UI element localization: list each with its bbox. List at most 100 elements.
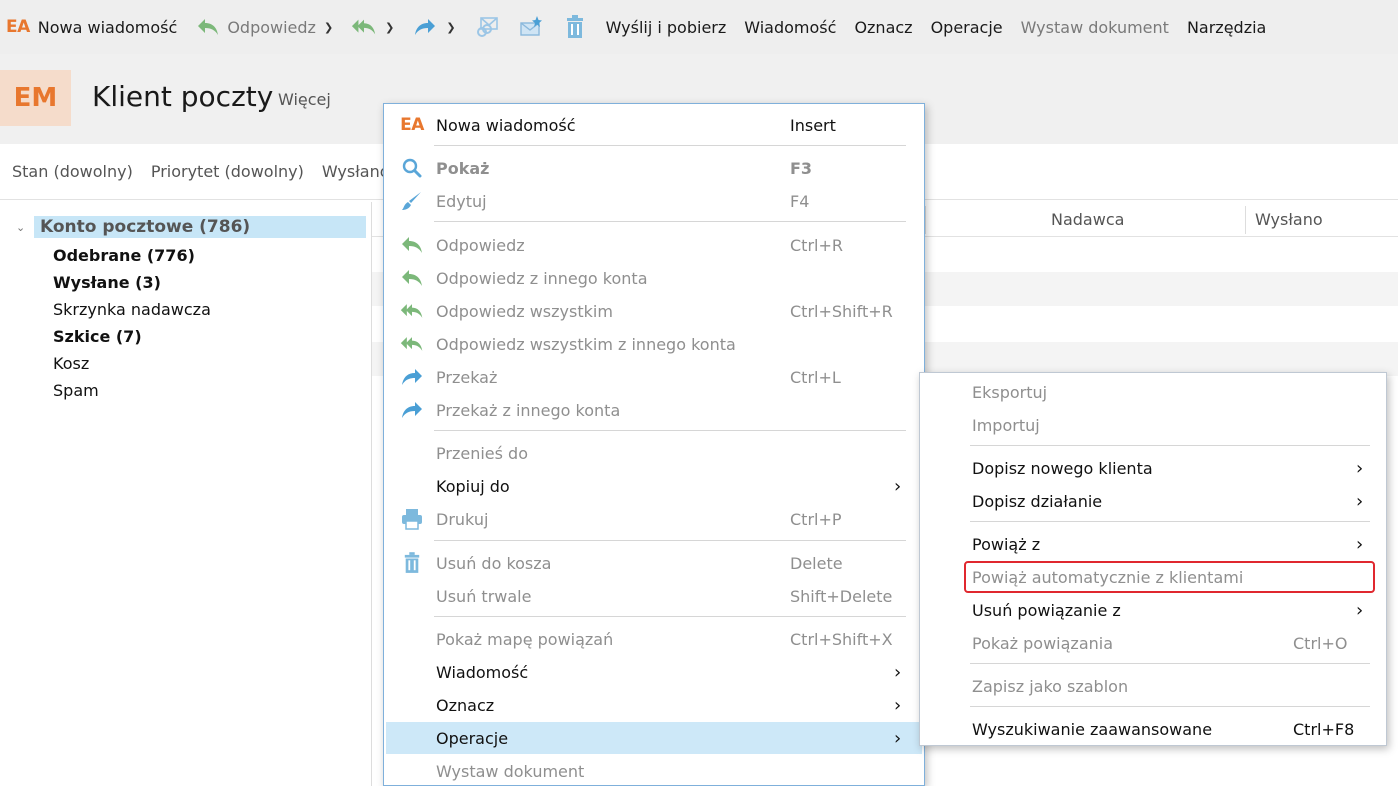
menu-item-label: Dopisz działanie	[972, 491, 1103, 511]
menu-item-label: Pokaż mapę powiązań	[436, 629, 614, 649]
menu-item-label: Zapisz jako szablon	[972, 676, 1129, 696]
tools-menu-button[interactable]: Narzędzia	[1187, 7, 1266, 47]
menu-separator	[970, 521, 1370, 522]
column-divider[interactable]	[1245, 206, 1246, 234]
menu-separator	[434, 430, 906, 431]
send-receive-button[interactable]: Wyślij i pobierz	[606, 7, 727, 47]
menu-item-label: Eksportuj	[972, 382, 1048, 402]
printer-icon	[400, 507, 424, 531]
menu-item-forward-other-account[interactable]: Przekaż z innego konta	[386, 394, 922, 426]
menu-item-label: Kopiuj do	[436, 476, 510, 496]
menu-item-delete-permanently[interactable]: Usuń trwale Shift+Delete	[386, 580, 922, 612]
menu-separator	[970, 445, 1370, 446]
reply-all-button[interactable]: ❯	[351, 7, 394, 47]
submenu-item-show-links[interactable]: Pokaż powiązania Ctrl+O	[922, 627, 1384, 659]
menu-item-message[interactable]: Wiadomość ›	[386, 656, 922, 688]
menu-item-shortcut: Ctrl+O	[1293, 633, 1348, 653]
chevron-right-icon: ›	[894, 661, 902, 683]
chevron-right-icon: ›	[894, 727, 902, 749]
folder-spam[interactable]: Spam	[53, 381, 99, 400]
menu-item-issue-document[interactable]: Wystaw dokument	[386, 755, 922, 786]
chevron-down-icon[interactable]: ❯	[446, 21, 455, 34]
reply-icon	[400, 266, 424, 290]
menu-item-shortcut: Shift+Delete	[790, 586, 893, 606]
forward-button[interactable]: ❯	[412, 7, 456, 47]
menu-item-reply-other-account[interactable]: Odpowiedz z innego konta	[386, 262, 922, 294]
chevron-down-icon[interactable]: ⌄	[16, 221, 34, 234]
column-divider[interactable]	[925, 206, 926, 234]
menu-separator	[434, 145, 906, 146]
link-button[interactable]	[474, 7, 500, 47]
tree-root-label: Konto pocztowe (786)	[34, 216, 366, 238]
delete-button[interactable]	[562, 7, 588, 47]
folder-trash[interactable]: Kosz	[53, 354, 89, 373]
tree-root-account[interactable]: ⌄ Konto pocztowe (786)	[16, 214, 366, 240]
chevron-right-icon: ›	[1356, 599, 1364, 621]
filter-priority[interactable]: Priorytet (dowolny)	[151, 162, 304, 181]
submenu-item-advanced-search[interactable]: Wyszukiwanie zaawansowane Ctrl+F8	[922, 713, 1384, 745]
menu-item-delete-to-trash[interactable]: Usuń do kosza Delete	[386, 547, 922, 579]
column-header-sender[interactable]: Nadawca	[1051, 210, 1124, 229]
menu-item-print[interactable]: Drukuj Ctrl+P	[386, 503, 922, 535]
ea-logo-icon: EA	[400, 115, 424, 135]
menu-item-shortcut: Ctrl+Shift+R	[790, 301, 893, 321]
main-toolbar: EA Nowa wiadomość Odpowiedz ❯ ❯ ❯ Wyślij…	[0, 0, 1398, 54]
new-message-button[interactable]: EA Nowa wiadomość	[6, 7, 177, 47]
chevron-right-icon: ›	[1356, 490, 1364, 512]
chevron-down-icon[interactable]: ❯	[324, 21, 333, 34]
more-link[interactable]: Więcej	[278, 90, 331, 109]
submenu-item-add-client[interactable]: Dopisz nowego klienta ›	[922, 452, 1384, 484]
menu-item-mark[interactable]: Oznacz ›	[386, 689, 922, 721]
app-logo: EM	[0, 70, 71, 126]
menu-item-shortcut: Ctrl+P	[790, 509, 842, 529]
menu-item-shortcut: Ctrl+L	[790, 367, 841, 387]
menu-item-reply-all[interactable]: Odpowiedz wszystkim Ctrl+Shift+R	[386, 295, 922, 327]
mail-star-icon	[518, 14, 544, 40]
ea-logo-icon: EA	[6, 17, 30, 37]
menu-item-label: Odpowiedz wszystkim	[436, 301, 613, 321]
mark-menu-button[interactable]: Oznacz	[854, 7, 912, 47]
menu-item-forward[interactable]: Przekaż Ctrl+L	[386, 361, 922, 393]
menu-item-label: Drukuj	[436, 509, 489, 529]
reply-button[interactable]: Odpowiedz ❯	[195, 7, 333, 47]
folder-sent[interactable]: Wysłane (3)	[53, 273, 161, 292]
menu-item-label: Usuń trwale	[436, 586, 532, 606]
filter-sent[interactable]: Wysłano	[322, 162, 390, 181]
menu-item-move-to[interactable]: Przenieś do	[386, 437, 922, 469]
forward-icon	[400, 398, 424, 422]
menu-item-reply[interactable]: Odpowiedz Ctrl+R	[386, 229, 922, 261]
page-title: Klient poczty	[92, 80, 274, 113]
chevron-right-icon: ›	[1356, 533, 1364, 555]
submenu-item-link-with[interactable]: Powiąż z ›	[922, 528, 1384, 560]
reply-icon	[195, 14, 221, 40]
issue-document-button[interactable]: Wystaw dokument	[1021, 7, 1169, 47]
chevron-down-icon[interactable]: ❯	[385, 21, 394, 34]
folder-outbox[interactable]: Skrzynka nadawcza	[53, 300, 211, 319]
highlight-annotation	[964, 561, 1375, 593]
menu-item-new-message[interactable]: EA Nowa wiadomość Insert	[386, 109, 922, 141]
operations-menu-button[interactable]: Operacje	[931, 7, 1003, 47]
new-mail-button[interactable]	[518, 7, 544, 47]
message-menu-button[interactable]: Wiadomość	[744, 7, 836, 47]
forward-icon	[412, 14, 438, 40]
menu-item-relation-map[interactable]: Pokaż mapę powiązań Ctrl+Shift+X	[386, 623, 922, 655]
folder-inbox[interactable]: Odebrane (776)	[53, 246, 195, 265]
menu-item-copy-to[interactable]: Kopiuj do ›	[386, 470, 922, 502]
folder-drafts[interactable]: Szkice (7)	[53, 327, 142, 346]
submenu-item-import[interactable]: Importuj	[922, 409, 1384, 441]
menu-item-edit[interactable]: Edytuj F4	[386, 185, 922, 217]
menu-item-reply-all-other-account[interactable]: Odpowiedz wszystkim z innego konta	[386, 328, 922, 360]
column-header-sent[interactable]: Wysłano	[1255, 210, 1323, 229]
submenu-item-unlink[interactable]: Usuń powiązanie z ›	[922, 594, 1384, 626]
submenu-item-export[interactable]: Eksportuj	[922, 376, 1384, 408]
menu-item-label: Odpowiedz z innego konta	[436, 268, 648, 288]
chevron-right-icon: ›	[1356, 457, 1364, 479]
submenu-item-save-template[interactable]: Zapisz jako szablon	[922, 670, 1384, 702]
menu-item-show[interactable]: Pokaż F3	[386, 152, 922, 184]
filter-status[interactable]: Stan (dowolny)	[12, 162, 133, 181]
folder-tree: ⌄ Konto pocztowe (786) Odebrane (776) Wy…	[0, 202, 372, 786]
menu-item-shortcut: Ctrl+F8	[1293, 719, 1355, 739]
menu-item-operations[interactable]: Operacje ›	[386, 722, 922, 754]
submenu-item-add-activity[interactable]: Dopisz działanie ›	[922, 485, 1384, 517]
menu-item-label: Wyszukiwanie zaawansowane	[972, 719, 1213, 739]
